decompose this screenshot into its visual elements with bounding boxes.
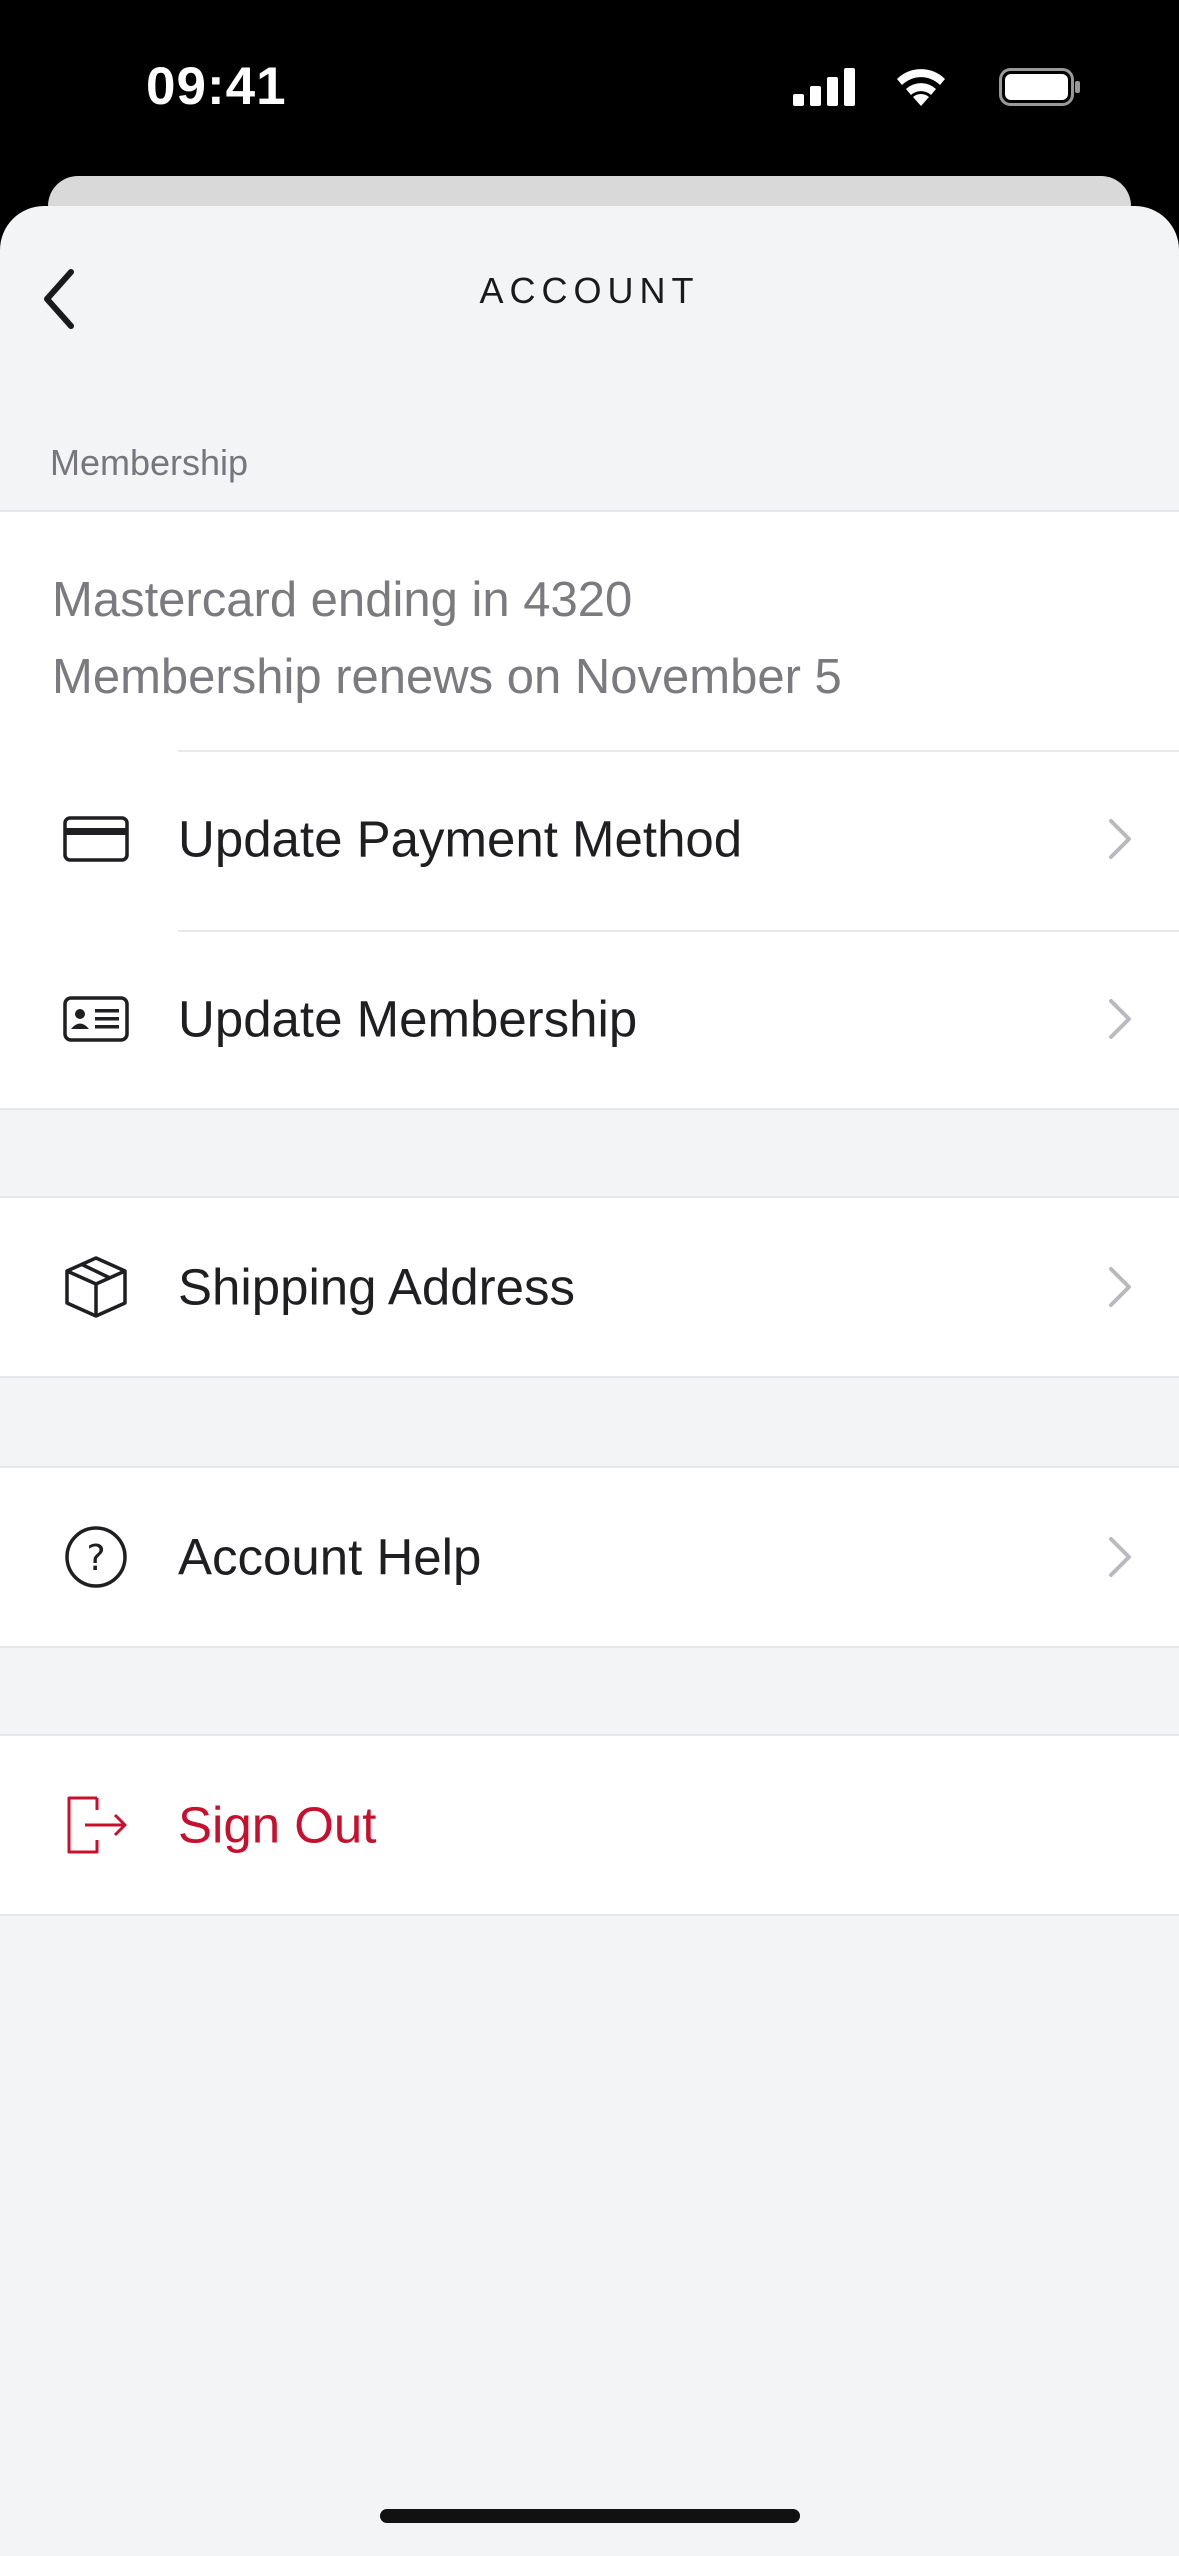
credit-card-icon — [58, 801, 134, 877]
help-group: ? Account Help — [0, 1466, 1179, 1648]
chevron-right-icon — [1109, 819, 1131, 859]
question-circle-icon: ? — [58, 1519, 134, 1595]
cellular-signal-icon — [793, 68, 855, 106]
svg-text:?: ? — [86, 1538, 105, 1579]
membership-group: Mastercard ending in 4320 Membership ren… — [0, 510, 1179, 1110]
status-icons — [761, 64, 1081, 108]
row-divider — [178, 930, 1179, 932]
sign-out-icon — [58, 1787, 134, 1863]
id-card-icon — [58, 981, 134, 1057]
package-box-icon — [58, 1249, 134, 1325]
status-bar: 09:41 — [0, 0, 1179, 180]
account-sheet: ACCOUNT Membership Mastercard ending in … — [0, 206, 1179, 2556]
chevron-right-icon — [1109, 1267, 1131, 1307]
sign-out-label: Sign Out — [178, 1796, 377, 1854]
wifi-icon — [897, 69, 945, 106]
chevron-right-icon — [1109, 999, 1131, 1039]
renewal-date-text: Membership renews on November 5 — [52, 650, 842, 704]
account-help-label: Account Help — [178, 1528, 482, 1586]
sign-out-group: Sign Out — [0, 1734, 1179, 1916]
shipping-group: Shipping Address — [0, 1196, 1179, 1378]
battery-icon — [999, 68, 1080, 106]
shipping-address-row[interactable]: Shipping Address — [0, 1198, 1179, 1376]
update-payment-method-row[interactable]: Update Payment Method — [0, 750, 1179, 928]
home-indicator[interactable] — [380, 2509, 800, 2523]
update-membership-row[interactable]: Update Membership — [0, 930, 1179, 1108]
membership-section-title: Membership — [50, 442, 249, 483]
sign-out-button[interactable]: Sign Out — [0, 1736, 1179, 1914]
page-title: ACCOUNT — [479, 270, 700, 311]
membership-info: Mastercard ending in 4320 Membership ren… — [52, 562, 842, 716]
payment-card-text: Mastercard ending in 4320 — [52, 573, 633, 627]
shipping-address-label: Shipping Address — [178, 1258, 575, 1316]
update-membership-label: Update Membership — [178, 990, 638, 1048]
account-help-row[interactable]: ? Account Help — [0, 1468, 1179, 1646]
nav-bar: ACCOUNT — [0, 206, 1179, 376]
chevron-right-icon — [1109, 1537, 1131, 1577]
status-time: 09:41 — [146, 57, 287, 116]
update-payment-method-label: Update Payment Method — [178, 810, 743, 868]
row-divider — [178, 750, 1179, 752]
